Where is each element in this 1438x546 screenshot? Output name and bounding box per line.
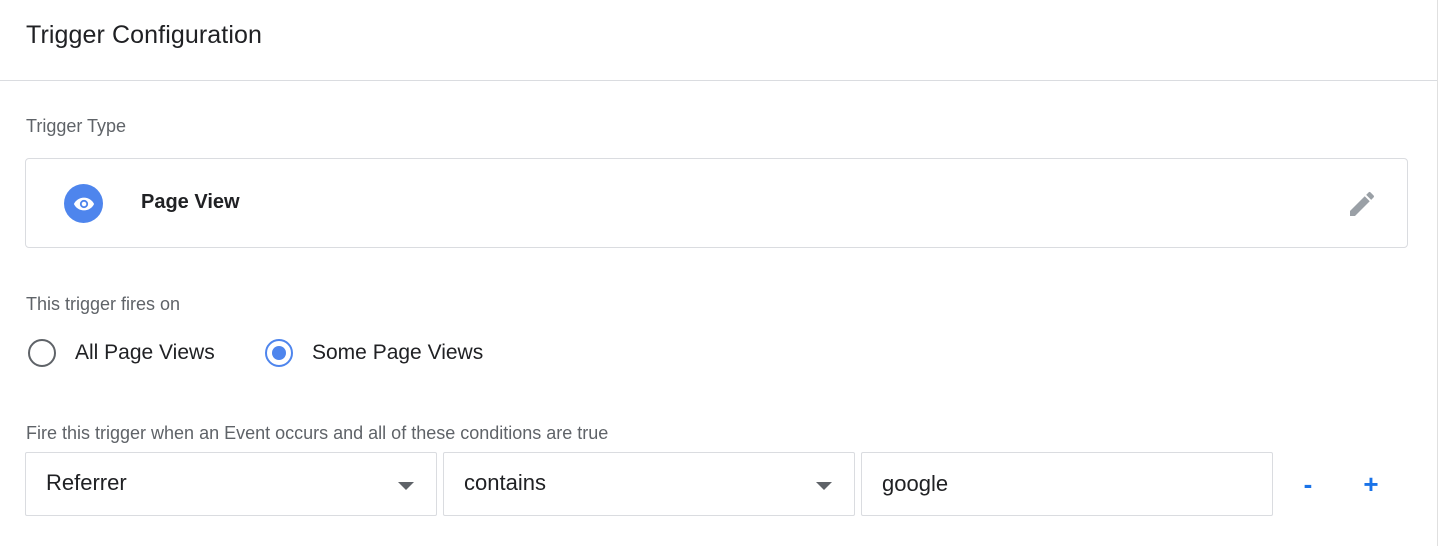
value-field[interactable] — [861, 452, 1273, 516]
variable-select-value: Referrer — [46, 470, 127, 495]
panel-header: Trigger Configuration — [0, 0, 1437, 81]
conditions-label: Fire this trigger when an Event occurs a… — [26, 423, 609, 443]
radio-label-all: All Page Views — [75, 341, 215, 364]
trigger-configuration-panel: Trigger Configuration Trigger Type Page … — [0, 0, 1438, 546]
value-input[interactable] — [862, 453, 1272, 515]
chevron-down-icon — [398, 482, 414, 490]
radio-dot — [272, 346, 286, 360]
radio-unchecked-icon[interactable] — [28, 339, 56, 367]
pencil-icon[interactable] — [1345, 187, 1379, 221]
eye-icon — [64, 184, 103, 223]
trigger-type-card[interactable]: Page View — [25, 158, 1408, 248]
operator-select[interactable]: contains — [443, 452, 855, 516]
trigger-type-label: Trigger Type — [26, 116, 127, 136]
trigger-type-name: Page View — [141, 191, 240, 213]
radio-checked-icon[interactable] — [265, 339, 293, 367]
radio-some-page-views[interactable]: Some Page Views — [265, 336, 483, 370]
radio-label-some: Some Page Views — [312, 341, 484, 364]
variable-select[interactable]: Referrer — [25, 452, 437, 516]
remove-condition-button[interactable]: - — [1288, 464, 1328, 504]
fires-on-label: This trigger fires on — [26, 294, 181, 314]
add-condition-button[interactable]: + — [1351, 464, 1391, 504]
operator-select-value: contains — [464, 470, 546, 495]
radio-all-page-views[interactable]: All Page Views — [28, 336, 215, 370]
page-title: Trigger Configuration — [26, 21, 263, 49]
chevron-down-icon — [816, 482, 832, 490]
